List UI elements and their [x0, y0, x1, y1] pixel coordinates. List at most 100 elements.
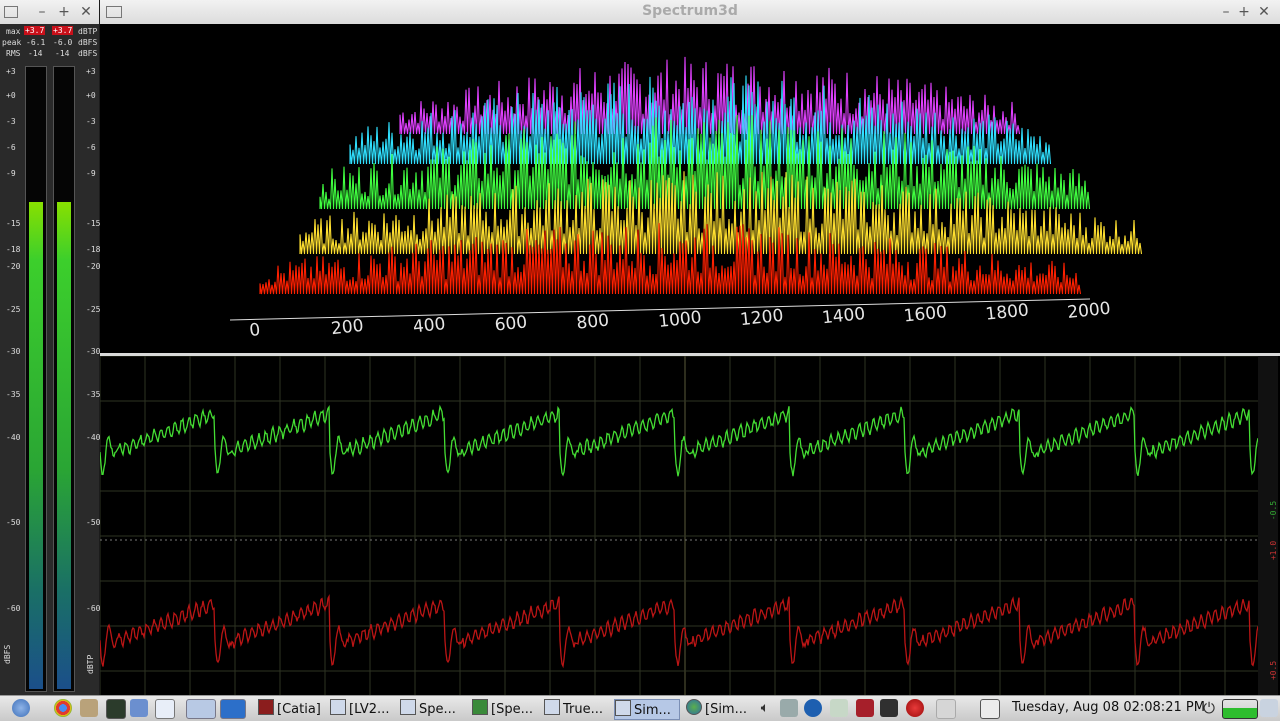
- oscilloscope-plot: [99, 355, 1260, 695]
- spectrum-x-tick: 1200: [739, 306, 784, 330]
- meter-scale-tick: -30: [6, 347, 21, 356]
- meter-rms-unit: dBFS: [78, 49, 98, 58]
- task-spe-2[interactable]: [Spe...: [472, 699, 538, 718]
- meter-bar-right: [53, 66, 75, 692]
- spectrum-x-tick: 0: [248, 320, 261, 341]
- minimize-icon[interactable]: –: [34, 4, 50, 20]
- meter-rms-left: -14: [28, 49, 43, 58]
- meter-fill-left: [29, 202, 43, 689]
- spectrum-x-tick: 400: [412, 314, 446, 337]
- power-icon[interactable]: ⏻: [1200, 699, 1218, 717]
- scope-scale-bottom: +0.5: [1269, 660, 1279, 681]
- meter-scale-tick: -15: [86, 219, 101, 228]
- meter-scale-tick: -35: [86, 390, 101, 399]
- meter-scale-tick: -6: [86, 143, 96, 152]
- start-menu-icon[interactable]: [12, 699, 30, 717]
- meter-scale-tick: -9: [6, 169, 16, 178]
- spectrum-x-tick: 600: [494, 312, 528, 335]
- close-icon[interactable]: ✕: [1256, 4, 1272, 20]
- meter-scale-tick: -20: [6, 262, 21, 271]
- meter-peak-left: -6.1: [26, 38, 46, 47]
- meter-scale-tick: -18: [86, 245, 101, 254]
- record-icon[interactable]: [906, 699, 924, 717]
- scope-trace: [99, 404, 1259, 477]
- meter-scale-tick: -6: [6, 143, 16, 152]
- maximize-icon[interactable]: +: [1236, 4, 1252, 20]
- scope-scale-mid: +1.0: [1269, 540, 1279, 561]
- task-catia[interactable]: [Catia]: [258, 699, 324, 718]
- meter-scale-tick: -35: [6, 390, 21, 399]
- usb-device-icon[interactable]: [780, 699, 798, 717]
- meter-scale-tick: -50: [86, 518, 101, 527]
- window-icon: [544, 699, 560, 715]
- terminal-icon[interactable]: [106, 699, 126, 719]
- task-sim-active[interactable]: Sim...: [614, 699, 680, 720]
- spectrum-app-icon: [472, 699, 488, 715]
- meter-scale-tick: -3: [6, 117, 16, 126]
- meter-bar-left: [25, 66, 47, 692]
- workspace-2-icon[interactable]: [220, 699, 246, 719]
- meter-scale-tick: -25: [6, 305, 21, 314]
- menu-icon[interactable]: [4, 6, 18, 18]
- spectrum-3d-plot: 0 200 400 600 800 1000 1200 1400 1600 1800 2000: [229, 56, 1143, 341]
- oscilloscope-view[interactable]: -0.5 +1.0 +0.5: [99, 355, 1280, 695]
- meter-peak-right: -6.0: [53, 38, 73, 47]
- meter-scale-tick: +0: [86, 91, 96, 100]
- volume-icon[interactable]: 🔈︎: [756, 699, 774, 717]
- scope-trace: [99, 593, 1259, 669]
- meter-max-label: max: [6, 27, 21, 36]
- network-applet-icon[interactable]: [830, 699, 848, 717]
- spectrum-x-tick: 1400: [821, 304, 866, 328]
- meter-rms-right: -14: [55, 49, 70, 58]
- meter-scale-tick: -20: [86, 262, 101, 271]
- task-true[interactable]: True...: [544, 699, 608, 718]
- meter-scale-tick: -60: [86, 604, 101, 613]
- maximize-icon[interactable]: +: [56, 4, 72, 20]
- meter-max-right: +3.7: [52, 26, 74, 35]
- task-lv2[interactable]: [LV2...: [330, 699, 394, 718]
- show-desktop-icon[interactable]: [155, 699, 175, 719]
- spectrum-x-tick: 200: [330, 316, 364, 339]
- close-icon[interactable]: ✕: [78, 4, 94, 20]
- window-title: Spectrum3d: [642, 3, 738, 19]
- meter-window-titlebar: – + ✕: [0, 0, 99, 25]
- window-icon: [615, 700, 631, 716]
- browser-icon[interactable]: [54, 699, 72, 717]
- spectrum-x-tick: 1600: [903, 302, 948, 326]
- meter-scale-tick: -40: [6, 433, 21, 442]
- window-switch-icon[interactable]: [980, 699, 1000, 719]
- file-manager-icon[interactable]: [130, 699, 148, 717]
- settings-tool-icon[interactable]: [80, 699, 98, 717]
- meter-right-axis-label: dBTP: [86, 654, 95, 674]
- hp-printer-icon[interactable]: [804, 699, 822, 717]
- minimize-icon[interactable]: –: [1218, 4, 1234, 20]
- meter-scale-tick: +3: [6, 67, 16, 76]
- taskbar: [Catia] [LV2... Spe... [Spe... True... S…: [0, 695, 1280, 721]
- scope-right-scale: -0.5 +1.0 +0.5: [1258, 356, 1278, 695]
- meter-left-axis-label: dBFS: [3, 644, 12, 664]
- spectrum-x-tick: 2000: [1066, 299, 1111, 323]
- scope-scale-top: -0.5: [1269, 500, 1279, 521]
- meter-scale-tick: -15: [6, 219, 21, 228]
- spectrum-x-tick: 800: [576, 310, 610, 333]
- clock[interactable]: Tuesday, Aug 08 02:08:21 PM: [1012, 700, 1205, 715]
- meter-scale-tick: +3: [86, 67, 96, 76]
- meter-scale-tick: -30: [86, 347, 101, 356]
- spectrum-x-tick: 1000: [657, 308, 702, 332]
- meter-peak-label: peak: [2, 38, 22, 47]
- meter-max-left: +3.7: [24, 26, 46, 35]
- catia-icon: [258, 699, 274, 715]
- meter-scale-tick: -3: [86, 117, 96, 126]
- meter-rms-label: RMS: [6, 49, 21, 58]
- workspace-1-icon[interactable]: [186, 699, 216, 719]
- meter-scale-tick: -40: [86, 433, 101, 442]
- jack-status-icon[interactable]: [856, 699, 874, 717]
- spectrum-x-tick: 1800: [985, 300, 1030, 324]
- task-sim-2[interactable]: [Sim...: [686, 699, 752, 718]
- spectrum-window-titlebar: Spectrum3d – + ✕: [100, 0, 1280, 25]
- spectrum-3d-view[interactable]: 0 200 400 600 800 1000 1200 1400 1600 1800 2000: [100, 24, 1280, 354]
- notification-icon[interactable]: [1260, 699, 1278, 717]
- battery-icon[interactable]: [936, 699, 956, 719]
- task-spe-1[interactable]: Spe...: [400, 699, 464, 718]
- system-monitor-icon[interactable]: [880, 699, 898, 717]
